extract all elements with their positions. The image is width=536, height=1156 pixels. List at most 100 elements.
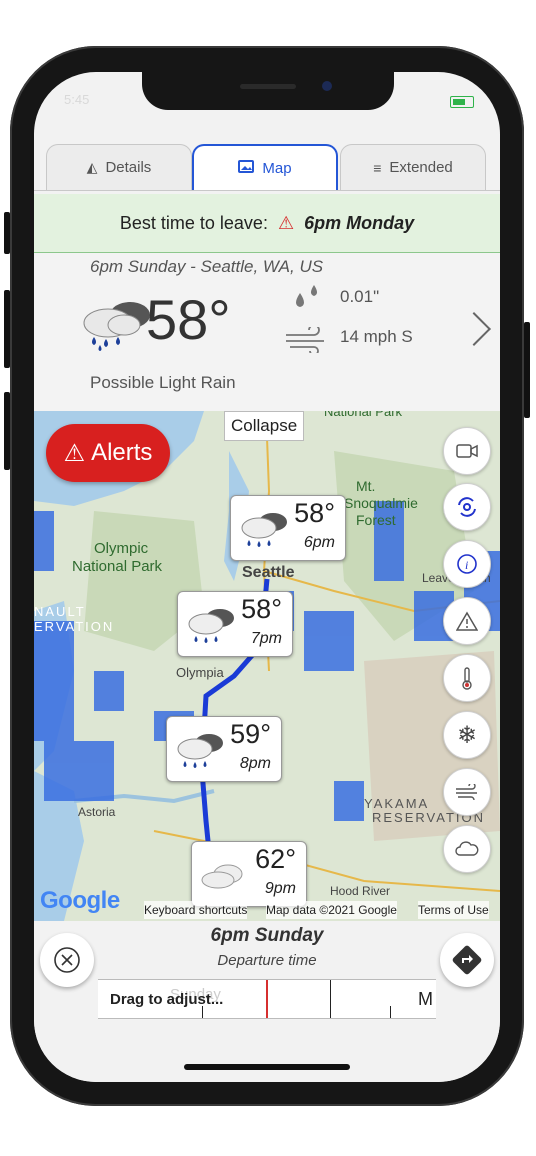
wind-button[interactable]	[443, 768, 491, 816]
svg-text:National Park: National Park	[72, 558, 163, 575]
cloud-icon	[201, 864, 243, 889]
route-stop-time: 7pm	[250, 630, 282, 647]
wind-icon	[456, 784, 477, 800]
best-time-value: 6pm Monday	[304, 212, 415, 233]
side-button-volume-down	[4, 392, 10, 470]
cloud-icon	[455, 841, 479, 856]
alerts-layer-button[interactable]	[443, 597, 491, 645]
route-stop-3[interactable]: 59° 8pm	[166, 716, 282, 782]
hurricane-button[interactable]	[443, 483, 491, 531]
directions-icon	[452, 945, 482, 975]
tab-map-label: Map	[262, 159, 292, 177]
close-icon	[54, 947, 80, 973]
warning-icon	[456, 611, 478, 631]
cloud-button[interactable]	[443, 825, 491, 873]
current-temperature: 58°	[146, 288, 231, 351]
close-button[interactable]	[40, 933, 94, 987]
route-stop-1[interactable]: 58° 6pm	[230, 495, 346, 561]
precip-amount: 0.01"	[340, 287, 380, 306]
svg-text:YAKAMA: YAKAMA	[364, 796, 429, 811]
collapse-button[interactable]: Collapse	[224, 411, 305, 441]
notch	[142, 72, 394, 110]
google-logo-text: Google	[40, 887, 120, 914]
temperature-button[interactable]	[443, 654, 491, 702]
best-time-prefix: Best time to leave:	[119, 212, 268, 233]
svg-text:Olympia: Olympia	[176, 665, 224, 680]
route-stop-temp: 58°	[294, 498, 335, 528]
status-time: 5:45	[64, 92, 90, 107]
svg-text:Olympic: Olympic	[94, 540, 149, 557]
terms-of-use-link[interactable]: Terms of Use	[418, 901, 489, 919]
svg-text:Seattle: Seattle	[242, 564, 295, 581]
tab-map[interactable]: Map	[192, 144, 338, 190]
hurricane-icon	[458, 497, 476, 517]
side-button-power	[524, 322, 530, 418]
image-icon	[238, 160, 255, 176]
route-stop-temp: 62°	[255, 844, 296, 874]
warning-icon: ⚠	[63, 439, 86, 467]
svg-text:i: i	[465, 558, 468, 572]
keyboard-shortcuts-link[interactable]: Keyboard shortcuts	[144, 901, 248, 919]
current-conditions[interactable]: 6pm Sunday - Seattle, WA, US 58° Possibl…	[34, 253, 500, 411]
departure-time-value: 6pm Sunday	[210, 925, 324, 946]
side-button-mute	[4, 212, 10, 254]
slider-hint: Drag to adjust...	[110, 991, 224, 1008]
road-icon: ◭	[86, 159, 98, 175]
google-logo: Google	[40, 887, 120, 915]
svg-text:ERVATION: ERVATION	[34, 619, 114, 634]
chevron-right-icon[interactable]	[457, 312, 491, 346]
map-data-attribution: Map data ©2021 Google	[266, 901, 397, 919]
tab-extended-label: Extended	[389, 159, 453, 176]
warning-icon: ⚠	[277, 212, 295, 233]
svg-text:NAULT: NAULT	[34, 604, 86, 619]
side-button-volume-up	[4, 290, 10, 368]
home-indicator[interactable]	[184, 1064, 350, 1070]
snowflake-icon: ❄	[456, 721, 478, 749]
camera-icon	[456, 444, 478, 458]
svg-text:Forest: Forest	[356, 512, 396, 528]
svg-text:Snoqualmie: Snoqualmie	[344, 495, 418, 511]
route-stop-time: 9pm	[264, 880, 296, 897]
slider-current-marker	[266, 980, 268, 1018]
rain-cloud-icon	[241, 513, 287, 547]
rain-cloud-icon	[177, 734, 223, 768]
info-icon: i	[457, 554, 477, 574]
list-icon: ≡	[373, 159, 382, 176]
svg-text:Astoria: Astoria	[78, 805, 116, 819]
slider-tick	[330, 980, 331, 1018]
screen: 5:45 ◭ Details Map ≡ Extended Best time …	[34, 72, 500, 1082]
tab-extended[interactable]: ≡ Extended	[340, 144, 486, 190]
tab-divider	[34, 190, 500, 191]
alerts-button[interactable]: ⚠ Alerts	[46, 424, 170, 482]
precip-icon	[296, 285, 317, 307]
slider-next-day: M	[418, 989, 433, 1009]
tab-details-label: Details	[105, 159, 152, 176]
directions-button[interactable]	[440, 933, 494, 987]
route-stop-time: 8pm	[239, 755, 271, 772]
speaker	[240, 84, 296, 89]
departure-slider[interactable]: Sunday Drag to adjust... M	[98, 979, 436, 1019]
route-stop-2[interactable]: 58° 7pm	[177, 591, 293, 657]
battery-icon	[450, 96, 474, 108]
departure-panel: 6pm Sunday Departure time Sunday Drag to…	[34, 921, 500, 1082]
tab-bar: ◭ Details Map ≡ Extended	[46, 144, 486, 190]
conditions-when: 6pm Sunday - Seattle, WA, US	[90, 257, 324, 276]
tab-details[interactable]: ◭ Details	[46, 144, 192, 190]
slider-tick	[390, 1006, 391, 1018]
wind-icon	[286, 327, 324, 353]
camera-button[interactable]	[443, 427, 491, 475]
route-map[interactable]: Olympic National Park Seattle Olympia As…	[34, 411, 500, 921]
rain-cloud-icon	[188, 609, 234, 643]
route-stop-4[interactable]: 62° 9pm	[191, 841, 307, 907]
conditions-description: Possible Light Rain	[90, 373, 236, 392]
svg-text:Mt.: Mt.	[356, 478, 375, 494]
svg-text:National Park: National Park	[324, 411, 403, 419]
thermometer-icon	[462, 667, 472, 690]
rain-cloud-icon	[83, 302, 150, 351]
best-time-banner: Best time to leave: ⚠ 6pm Monday	[34, 194, 500, 253]
info-button[interactable]: i	[443, 540, 491, 588]
alerts-label: Alerts	[91, 439, 153, 466]
snow-button[interactable]: ❄	[443, 711, 491, 759]
route-stop-time: 6pm	[303, 534, 335, 551]
route-stop-temp: 59°	[230, 719, 271, 749]
